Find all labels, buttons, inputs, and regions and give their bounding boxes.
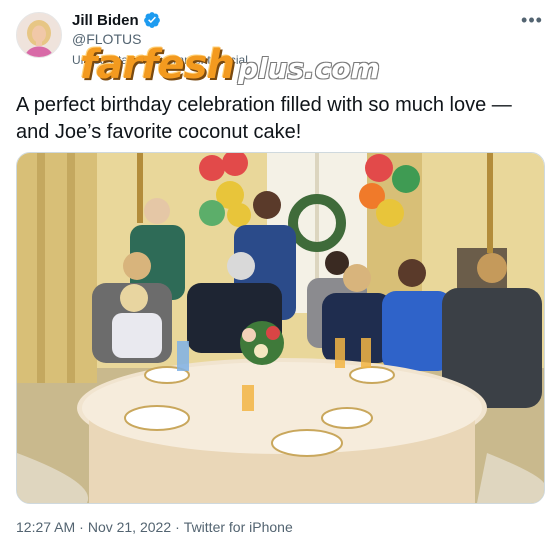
tweet-card: Jill Biden @FLOTUS United States governm…	[0, 0, 560, 546]
avatar-image	[17, 13, 61, 57]
author-handle[interactable]: @FLOTUS	[72, 31, 141, 47]
author-subtitle: United States government official	[72, 53, 248, 67]
author-avatar[interactable]	[16, 12, 62, 58]
tweet-photo[interactable]	[16, 152, 545, 504]
more-options-icon[interactable]: •••	[520, 10, 544, 30]
meta-separator: ·	[175, 519, 180, 535]
verified-badge-icon	[143, 11, 161, 29]
watermark-suffix: plus.com	[237, 52, 380, 85]
author-display-name[interactable]: Jill Biden	[72, 12, 139, 29]
author-name-row: Jill Biden	[72, 11, 161, 29]
tweet-source[interactable]: Twitter for iPhone	[184, 519, 293, 535]
tweet-date[interactable]: Nov 21, 2022	[88, 519, 171, 535]
photo-illustration	[17, 153, 544, 503]
meta-separator: ·	[79, 519, 84, 535]
tweet-meta: 12:27 AM · Nov 21, 2022 · Twitter for iP…	[16, 519, 293, 535]
tweet-time[interactable]: 12:27 AM	[16, 519, 75, 535]
tweet-text: A perfect birthday celebration filled wi…	[16, 94, 512, 143]
